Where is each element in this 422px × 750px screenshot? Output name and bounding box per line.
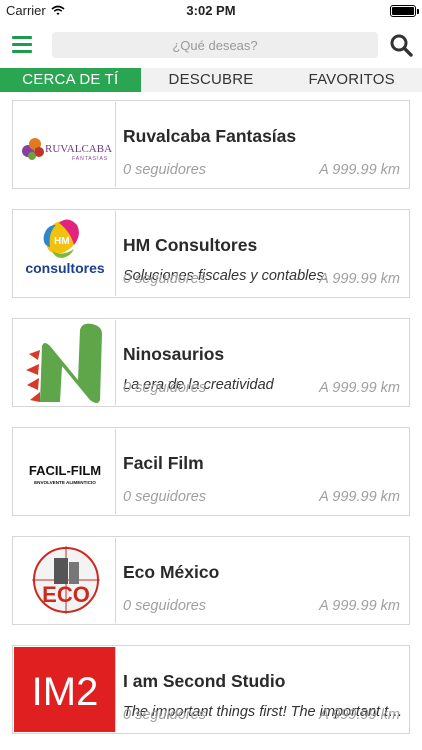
business-name: HM Consultores [123, 235, 258, 255]
im2-logo-text: IM2 [32, 670, 99, 714]
business-name: Facil Film [123, 453, 204, 473]
tab-favoritos[interactable]: FAVORITOS [281, 68, 422, 92]
search-input[interactable] [52, 32, 378, 58]
hm-consultores-logo-icon: HM consultores [25, 219, 105, 276]
business-name: Eco México [123, 562, 220, 582]
followers-count: 0 seguidores [123, 271, 207, 287]
im2-logo-icon: IM2 [32, 670, 99, 714]
distance-label: A 999.99 km [319, 598, 400, 614]
hm-logo-subtext: HM [54, 236, 70, 247]
distance-label: A 999.99 km [319, 380, 400, 396]
ninosaurios-logo-icon [26, 323, 102, 403]
business-name: Ninosaurios [123, 344, 225, 364]
business-card[interactable]: IM2 I am Second Studio The important thi… [12, 645, 410, 734]
tab-cerca-de-ti[interactable]: CERCA DE TÍ [0, 68, 141, 92]
tab-bar: CERCA DE TÍ DESCUBRE FAVORITOS [0, 68, 422, 92]
business-logo: IM2 [14, 647, 116, 732]
nav-bar [0, 22, 422, 68]
distance-label: A 999.99 km [319, 162, 400, 178]
search-icon[interactable] [389, 33, 413, 57]
business-card[interactable]: RUVALCABA FANTASÍAS Ruvalcaba Fantasías … [12, 100, 410, 189]
followers-count: 0 seguidores [123, 489, 207, 505]
followers-count: 0 seguidores [123, 707, 207, 723]
hm-logo-text: consultores [25, 260, 105, 276]
distance-label: A 999.99 km [319, 707, 400, 723]
business-logo: RUVALCABA FANTASÍAS [14, 102, 116, 187]
distance-label: A 999.99 km [319, 271, 400, 287]
business-logo: ECO [14, 538, 116, 623]
eco-mexico-logo-icon: ECO [32, 546, 100, 614]
facil-film-logo-icon: FACIL-FILM ENVOLVENTE ALIMENTICIO [29, 463, 101, 485]
business-logo: HM consultores [14, 211, 116, 296]
followers-count: 0 seguidores [123, 598, 207, 614]
facil-film-logo-text: FACIL-FILM [29, 463, 101, 478]
distance-label: A 999.99 km [319, 489, 400, 505]
battery-icon [390, 5, 419, 17]
business-logo: FACIL-FILM ENVOLVENTE ALIMENTICIO [14, 429, 116, 514]
business-logo [14, 320, 116, 405]
status-bar: Carrier 3:02 PM [0, 0, 422, 22]
followers-count: 0 seguidores [123, 380, 207, 396]
ruvalcaba-logo-text: RUVALCABA [45, 143, 112, 155]
ruvalcaba-logo-subtext: FANTASÍAS [72, 155, 108, 162]
business-card[interactable]: ECO Eco México 0 seguidores A 999.99 km [12, 536, 410, 625]
business-name: I am Second Studio [123, 671, 286, 691]
tab-descubre[interactable]: DESCUBRE [141, 68, 282, 92]
ruvalcaba-logo-icon: RUVALCABA FANTASÍAS [22, 138, 112, 162]
facil-film-logo-subtext: ENVOLVENTE ALIMENTICIO [34, 480, 96, 485]
status-time: 3:02 PM [186, 3, 236, 18]
business-card[interactable]: HM consultores HM Consultores Soluciones… [12, 209, 410, 298]
followers-count: 0 seguidores [123, 162, 207, 178]
business-name: Ruvalcaba Fantasías [123, 126, 297, 146]
business-card[interactable]: FACIL-FILM ENVOLVENTE ALIMENTICIO Facil … [12, 427, 410, 516]
business-card[interactable]: Ninosaurios La era de la creatividad 0 s… [12, 318, 410, 407]
hamburger-menu-icon[interactable] [12, 36, 32, 53]
eco-logo-text: ECO [42, 582, 90, 607]
